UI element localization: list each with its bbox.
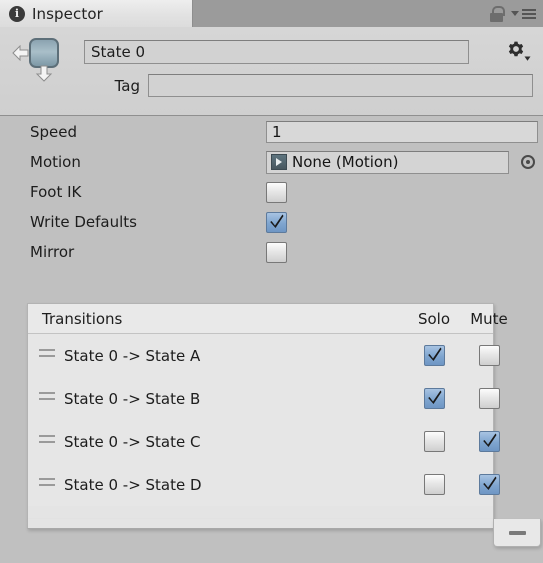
transition-solo-cell [410, 420, 458, 463]
checkmark-icon [270, 214, 284, 228]
checkmark-icon [482, 433, 496, 447]
speed-label: Speed [30, 123, 78, 141]
transitions-list-header: Transitions Solo Mute [28, 304, 508, 334]
properties-section: Speed 1 Motion None (Motion) Foot IK Wri… [0, 117, 543, 267]
solo-checkbox[interactable] [423, 431, 445, 452]
transition-label: State 0 -> State D [64, 475, 202, 494]
motion-label: Motion [30, 153, 81, 171]
info-icon: i [9, 5, 25, 22]
motion-control: None (Motion) [266, 147, 535, 177]
remove-transition-button[interactable] [493, 519, 541, 547]
solo-checkbox[interactable] [423, 388, 445, 409]
gear-icon[interactable] [505, 41, 531, 63]
tab-inspector-label: Inspector [32, 4, 103, 23]
transition-mute-cell [465, 420, 513, 463]
hamburger-menu-icon[interactable] [511, 8, 536, 19]
transition-mute-cell [465, 377, 513, 420]
column-header-solo: Solo [417, 309, 451, 328]
checkmark-icon [427, 347, 441, 361]
drag-handle-icon[interactable] [39, 478, 55, 487]
foot-ik-checkbox[interactable] [266, 181, 287, 203]
property-row-mirror: Mirror [0, 237, 543, 267]
speed-value: 1 [272, 123, 282, 141]
transition-mute-cell [465, 334, 513, 377]
minus-icon [508, 530, 526, 535]
foot-ik-control [266, 177, 287, 207]
transition-label: State 0 -> State C [64, 432, 201, 451]
transitions-title: Transitions [42, 309, 123, 328]
speed-control: 1 [266, 117, 538, 147]
tab-inspector[interactable]: i Inspector [0, 0, 193, 27]
mute-checkbox[interactable] [478, 431, 500, 452]
write-defaults-control [266, 207, 287, 237]
transition-solo-cell [410, 334, 458, 377]
lock-icon[interactable] [490, 5, 505, 22]
transition-solo-cell [410, 463, 458, 506]
table-row[interactable]: State 0 -> State D [28, 463, 500, 506]
transition-label: State 0 -> State A [64, 346, 201, 365]
transition-label: State 0 -> State B [64, 389, 201, 408]
property-row-foot-ik: Foot IK [0, 177, 543, 207]
arrow-left-icon [12, 45, 29, 61]
write-defaults-label: Write Defaults [30, 213, 137, 231]
motion-object-field[interactable]: None (Motion) [266, 150, 509, 174]
window-tab-bar: i Inspector [0, 0, 543, 27]
mute-checkbox[interactable] [478, 474, 500, 495]
motion-clip-icon [271, 154, 287, 170]
table-row[interactable]: State 0 -> State C [28, 420, 500, 463]
state-node-shape [29, 38, 59, 68]
state-name-value: State 0 [91, 43, 146, 61]
mirror-checkbox[interactable] [266, 241, 287, 263]
mute-checkbox[interactable] [478, 388, 500, 409]
mirror-control [266, 237, 287, 267]
motion-value: None (Motion) [292, 153, 399, 171]
write-defaults-checkbox[interactable] [266, 211, 287, 233]
table-row[interactable]: State 0 -> State B [28, 377, 500, 420]
drag-handle-icon[interactable] [39, 435, 55, 444]
foot-ik-label: Foot IK [30, 183, 82, 201]
solo-checkbox[interactable] [423, 345, 445, 366]
drag-handle-icon[interactable] [39, 392, 55, 401]
checkmark-icon [482, 476, 496, 490]
transitions-list: Transitions Solo Mute State 0 -> State A… [27, 303, 508, 519]
table-row[interactable]: State 0 -> State A [28, 334, 500, 377]
solo-checkbox[interactable] [423, 474, 445, 495]
property-row-motion: Motion None (Motion) [0, 147, 543, 177]
animator-state-icon [12, 37, 74, 87]
arrow-down-icon [35, 65, 53, 82]
property-row-write-defaults: Write Defaults [0, 207, 543, 237]
object-picker-icon[interactable] [521, 155, 535, 169]
transitions-list-footer [27, 519, 494, 529]
transition-solo-cell [410, 377, 458, 420]
tab-bar-controls [490, 0, 536, 27]
mute-checkbox[interactable] [478, 345, 500, 366]
tag-input[interactable] [148, 74, 533, 97]
state-name-input[interactable]: State 0 [84, 40, 469, 64]
drag-handle-icon[interactable] [39, 349, 55, 358]
transition-mute-cell [465, 463, 513, 506]
checkmark-icon [427, 390, 441, 404]
mirror-label: Mirror [30, 243, 75, 261]
inspector-header: State 0 Tag [0, 27, 543, 116]
property-row-speed: Speed 1 [0, 117, 543, 147]
speed-input[interactable]: 1 [266, 121, 538, 143]
tag-label: Tag [114, 77, 140, 95]
column-header-mute: Mute [470, 309, 508, 328]
